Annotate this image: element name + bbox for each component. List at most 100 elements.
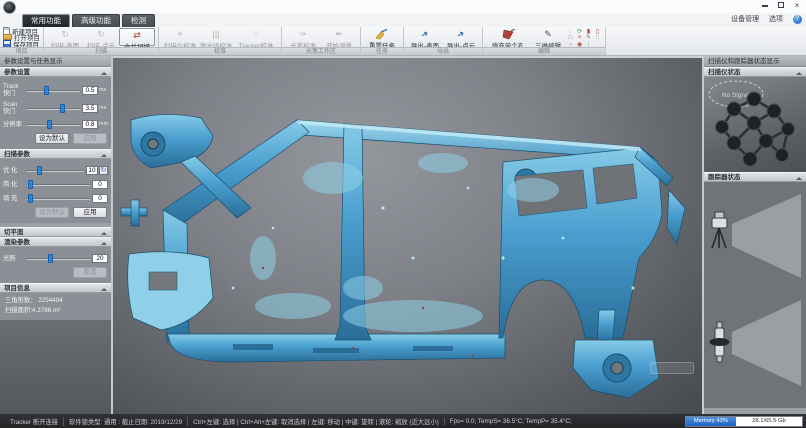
group-label-calibration: 校准 — [159, 47, 281, 55]
simplify-label: 简 化 — [3, 181, 27, 188]
scan-shutter-value[interactable]: 3.5 — [82, 104, 98, 113]
optimize-refresh-icon[interactable]: ↻ — [99, 166, 108, 175]
fill-single-hole-button[interactable]: 填充单个孔 — [486, 28, 530, 46]
tab-inspection[interactable]: 检测 — [122, 14, 155, 27]
scan-surface-button[interactable]: ↻ 扫描-表面 — [47, 28, 83, 46]
section-header-scanner-status[interactable]: 扫描仪状态 — [704, 67, 806, 77]
resolution-slider[interactable] — [27, 119, 80, 129]
ribbon-group-project: 新建项目 打开项目 保存项目 项目 — [0, 27, 44, 55]
tracker-calibration-icon: ⁘ — [252, 29, 260, 40]
lighting-slider[interactable] — [27, 253, 90, 263]
group-label-project: 项目 — [0, 47, 43, 55]
3d-viewport[interactable] — [113, 56, 702, 414]
simplify-value[interactable]: 0 — [92, 180, 108, 189]
group-label-edit: 编辑 — [483, 47, 605, 55]
export-surface-button[interactable]: ➜ 导出-表面 — [407, 28, 443, 46]
lighting-value[interactable]: 20 — [92, 254, 108, 263]
slider-thumb[interactable] — [44, 86, 49, 95]
slider-thumb[interactable] — [37, 166, 42, 175]
scan-pointcloud-icon: ↻ — [97, 29, 105, 40]
group-label-task: 任务 — [361, 47, 403, 55]
right-panel-header: 扫描仪和跟踪器状态显示 — [704, 56, 806, 67]
panel-filler — [0, 320, 111, 416]
scan-pointcloud-button[interactable]: ↻ 扫描-点云 — [83, 28, 119, 46]
simplify-slider[interactable] — [27, 179, 90, 189]
slider-thumb[interactable] — [60, 104, 65, 113]
set-default-button[interactable]: 设为默认 — [35, 207, 69, 218]
section-header-tracker-status[interactable]: 跟踪器状态 — [704, 172, 806, 182]
section-header-project-info[interactable]: 项目信息 — [0, 283, 111, 293]
edit-3d-button[interactable]: ✎ 三维编辑 — [530, 28, 566, 46]
resolution-unit: mm — [98, 121, 108, 127]
optimize-slider[interactable] — [27, 165, 84, 175]
apply-button[interactable]: 应用 — [73, 207, 107, 218]
app-logo-icon[interactable] — [3, 1, 16, 14]
minimize-button[interactable] — [758, 1, 772, 11]
edit-tool-grid: ◌ ⟳ ▮ ▯ □ × ✎ ∷ ○ ◉ ⋮ — [566, 28, 602, 46]
section-header-clip-plane[interactable]: 切平面 — [0, 227, 111, 237]
probe-pen-icon: ✑ — [299, 29, 307, 40]
reset-button[interactable]: 重置 — [73, 267, 107, 278]
export-pointcloud-button[interactable]: ➜ 导出-点云 — [443, 28, 479, 46]
scan-area: 扫描面积:4.3766 m² — [3, 306, 108, 316]
track-shutter-label: Track 快门 — [3, 83, 27, 97]
triangle-count: 三角形数： 2254404 — [3, 296, 108, 306]
project-info-section: 三角形数： 2254404 扫描面积:4.3766 m² — [0, 293, 111, 320]
memory-usage-indicator: Memory 43% 28.1/65.5 Gb — [685, 416, 803, 427]
section-header-render-params[interactable]: 渲染参数 — [0, 237, 111, 247]
slider-thumb[interactable] — [48, 254, 53, 263]
track-shutter-value[interactable]: 0.5 — [82, 86, 98, 95]
slider-thumb[interactable] — [47, 120, 52, 129]
probe-calibration-button[interactable]: ✑ 光笔校准 — [285, 28, 321, 46]
set-default-button[interactable]: 设为默认 — [35, 133, 69, 144]
tracker-calibration-button[interactable]: ⁘ Tracker校准 — [234, 28, 278, 46]
menu-tab-row: 常用功能 高级功能 检测 设备管理 选项 ? — [0, 13, 806, 27]
reset-task-broom-icon — [375, 29, 389, 40]
start-measure-button[interactable]: ✒ 开始测量 — [321, 28, 357, 46]
fill-value[interactable]: 0 — [92, 194, 108, 203]
collapse-arrow-icon — [796, 72, 802, 75]
resolution-value[interactable]: 0.8 — [82, 120, 98, 129]
track-shutter-slider[interactable] — [27, 85, 80, 95]
optimize-value[interactable]: 10 — [86, 166, 98, 175]
optimize-label: 优 化 — [3, 167, 27, 174]
slider-thumb[interactable] — [28, 180, 33, 189]
maximize-button[interactable] — [774, 1, 788, 11]
group-label-scan: 扫描 — [44, 47, 158, 55]
fill-slider[interactable] — [27, 193, 90, 203]
apply-button[interactable]: 应用 — [73, 133, 107, 144]
device-management-menu[interactable]: 设备管理 — [731, 16, 759, 23]
viewport-watermark — [650, 362, 694, 374]
collapse-arrow-icon — [101, 154, 107, 157]
section-header-parameters[interactable]: 参数设置 — [0, 67, 111, 77]
collapse-arrow-icon — [796, 177, 802, 180]
scan-shutter-slider[interactable] — [27, 103, 80, 113]
save-project-button[interactable]: 保存项目 — [3, 41, 40, 47]
reset-task-button[interactable]: 重置任务 — [364, 28, 400, 46]
options-menu[interactable]: 选项 — [769, 16, 783, 23]
fps-temperature: Fps= 0.0; TempS= 36.5°C; TempP= 35.4°C; — [444, 418, 577, 425]
help-icon[interactable]: ? — [793, 15, 802, 24]
merge-scan-icon: ⇄ — [133, 30, 141, 41]
memory-total-label: 28.1/65.5 Gb — [736, 417, 802, 426]
tab-common-functions[interactable]: 常用功能 — [22, 14, 70, 27]
tab-advanced-functions[interactable]: 高级功能 — [72, 14, 120, 27]
slider-thumb[interactable] — [28, 194, 33, 203]
tracker-status-image — [704, 182, 806, 408]
menu-right-area: 设备管理 选项 ? — [731, 14, 802, 26]
close-button[interactable]: × — [790, 1, 804, 11]
status-bar: Tracker 断开连接 软件锁类型: 通用 : 截止日期: 2019/12/2… — [0, 414, 806, 428]
fill-hole-icon — [502, 29, 515, 40]
ribbon-group-task: 重置任务 任务 — [361, 27, 404, 55]
tracker-fov-top — [732, 300, 801, 386]
start-measure-icon: ✒ — [335, 29, 343, 40]
laser-line-calibration-button[interactable]: ||| 激光线校准 — [198, 28, 234, 46]
tracker-camera-top-icon — [710, 322, 730, 362]
mouse-hints: Ctrl+左键: 选择 | Ctrl+Alt+左键: 取消选择 | 左键: 移动… — [187, 417, 444, 426]
scanner-calibration-button[interactable]: ⌖ 扫描仪校准 — [162, 28, 198, 46]
scan-params-section: 优 化 10 ↻ 简 化 0 填 充 0 — [0, 159, 111, 223]
scan-surface-icon: ↻ — [61, 29, 69, 40]
section-header-scan-params[interactable]: 扫描参数 — [0, 149, 111, 159]
merge-scan-button[interactable]: ⇄ 合并扫描 — [119, 28, 155, 46]
ribbon-toolbar: 新建项目 打开项目 保存项目 项目 ↻ 扫描-表面 — [0, 27, 806, 56]
